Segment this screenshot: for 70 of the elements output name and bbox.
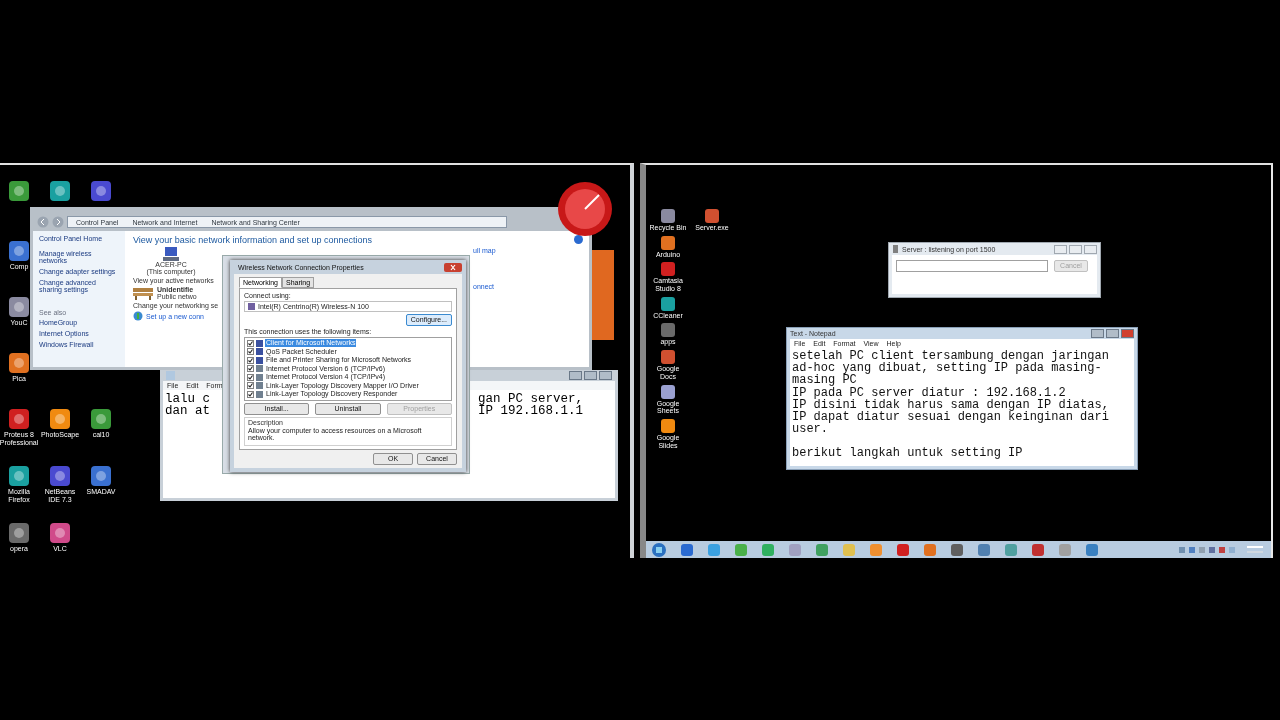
- back-icon[interactable]: [37, 216, 49, 228]
- checkbox[interactable]: [247, 348, 254, 356]
- text-line: IP pada PC server diatur : 192.168.1.2: [792, 386, 1066, 399]
- maximize-button[interactable]: [584, 371, 597, 380]
- computer-icon: [163, 247, 179, 261]
- maximize-button[interactable]: [1069, 244, 1082, 254]
- minimize-button[interactable]: [569, 371, 582, 380]
- close-button[interactable]: [599, 371, 612, 380]
- maximize-button[interactable]: [1106, 329, 1119, 338]
- app-icon[interactable]: [50, 466, 70, 486]
- notepad-icon: [166, 371, 175, 380]
- close-button[interactable]: [444, 262, 462, 272]
- app-icon[interactable]: [9, 466, 29, 486]
- checkbox[interactable]: [247, 365, 254, 373]
- app-icon[interactable]: [9, 181, 29, 201]
- help-icon[interactable]: [574, 235, 583, 244]
- app-icon[interactable]: [50, 409, 70, 429]
- text-line: setelah PC client tersambung dengan jaringan: [792, 350, 1109, 363]
- minimize-button[interactable]: [1091, 329, 1104, 338]
- app-icon[interactable]: [661, 350, 675, 365]
- app-icon[interactable]: [661, 262, 675, 277]
- app-icon[interactable]: [661, 418, 675, 433]
- text-line: dan at: [165, 405, 210, 417]
- app-icon[interactable]: [661, 323, 675, 338]
- clock-drawing: [1245, 543, 1265, 556]
- taskbar-app-icon[interactable]: [816, 543, 828, 556]
- taskbar-app-icon[interactable]: [951, 543, 963, 556]
- taskbar-app-icon[interactable]: [1032, 543, 1044, 556]
- text-line: lalu c: [165, 393, 210, 405]
- text-line: masing PC: [792, 374, 857, 387]
- taskbar-app-icon[interactable]: [897, 543, 909, 556]
- forward-icon[interactable]: [52, 216, 64, 228]
- start-button[interactable]: [652, 542, 666, 557]
- text-line: user.: [792, 423, 828, 436]
- app-icon[interactable]: [661, 235, 675, 250]
- checkbox[interactable]: [247, 382, 254, 390]
- minimize-button[interactable]: [1054, 244, 1067, 254]
- app-icon[interactable]: [91, 466, 111, 486]
- checkbox[interactable]: [247, 373, 254, 381]
- app-icon[interactable]: [9, 241, 29, 261]
- app-icon[interactable]: [50, 181, 70, 201]
- text-line: IP disini tidak harus sama dengan IP diatas,: [792, 398, 1109, 411]
- app-icon[interactable]: [50, 523, 70, 543]
- text-line: gan PC server,: [477, 393, 583, 405]
- app-icon[interactable]: [91, 181, 111, 201]
- taskbar-app-icon[interactable]: [924, 543, 936, 556]
- checkbox[interactable]: [247, 339, 254, 347]
- app-icon[interactable]: [9, 523, 29, 543]
- adapter-icon: [248, 303, 255, 310]
- app-icon[interactable]: [9, 353, 29, 373]
- taskbar-app-icon[interactable]: [978, 543, 990, 556]
- text-line: ad-hoc yang dibuat, setting IP pada masing-: [792, 362, 1102, 375]
- bench-icon: [133, 286, 153, 300]
- page-heading: View your basic network information and set up connections: [133, 235, 372, 245]
- java-icon: [892, 245, 899, 253]
- app-icon[interactable]: [9, 297, 29, 317]
- text-line: berikut langkah untuk setting IP: [792, 447, 1023, 460]
- network-setup-icon: [133, 311, 143, 321]
- app-icon[interactable]: [661, 296, 675, 311]
- app-icon[interactable]: [9, 409, 29, 429]
- checkbox[interactable]: [247, 390, 254, 398]
- app-icon[interactable]: [661, 384, 675, 399]
- checkbox[interactable]: [247, 356, 254, 364]
- text-line: IP 192.168.1.1: [477, 405, 583, 417]
- taskbar-app-icon[interactable]: [681, 543, 693, 556]
- taskbar-app-icon[interactable]: [1086, 543, 1098, 556]
- input-field[interactable]: [896, 260, 1048, 272]
- app-icon[interactable]: [91, 409, 111, 429]
- text-line: IP dapat diatur sesuai dengan keinginan dari: [792, 411, 1109, 424]
- close-button[interactable]: [1084, 244, 1097, 254]
